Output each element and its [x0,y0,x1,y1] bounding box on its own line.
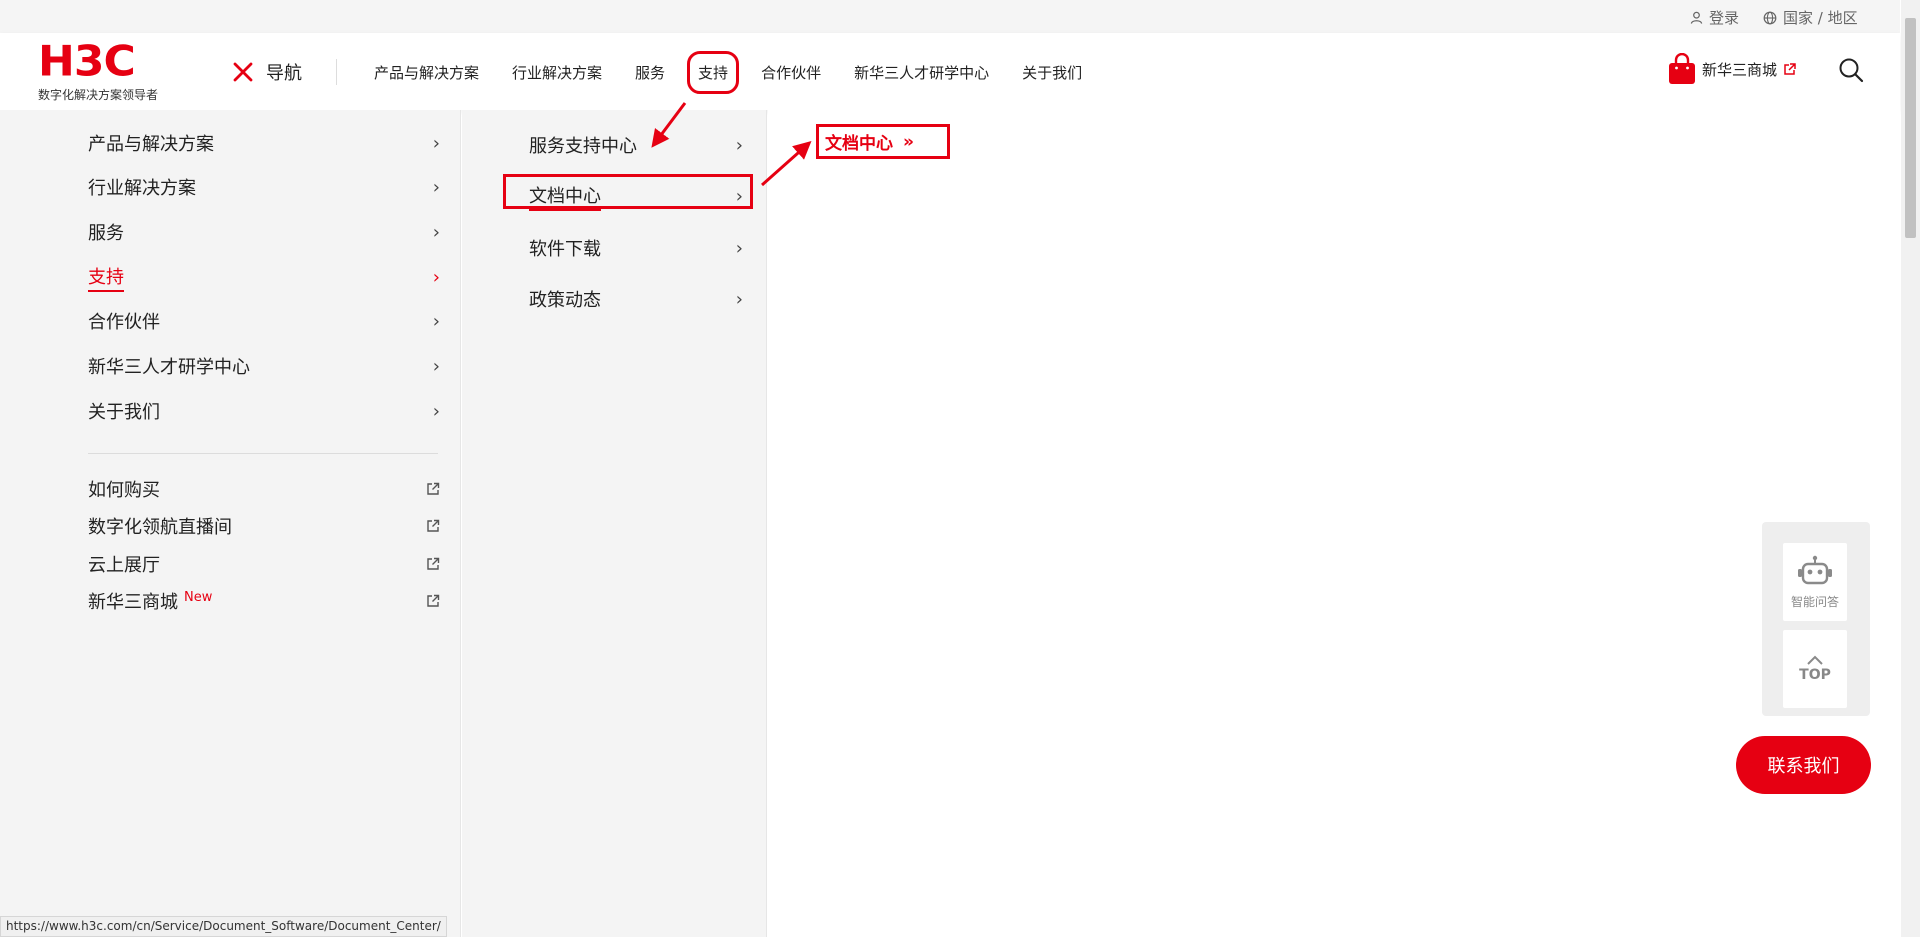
external-link-icon [427,594,440,607]
region-selector[interactable]: 国家 / 地区 [1763,7,1858,28]
menu-item-service[interactable]: 服务 [635,62,665,83]
sub-nav-item-service-center[interactable]: 服务支持中心 › [529,130,743,160]
login-link[interactable]: 登录 [1690,7,1739,28]
external-link-icon [1784,62,1796,75]
nav-toggle-label: 导航 [266,63,302,84]
chevron-right-icon: › [735,288,743,310]
chevron-right-icon: › [432,355,440,377]
robot-icon [1798,555,1832,584]
left-nav-divider [88,453,438,454]
chevron-right-icon: › [432,221,440,243]
menu-item-support[interactable]: 支持 [687,51,740,94]
page-scrollbar[interactable] [1901,0,1920,937]
shop-label: 新华三商城 [1702,60,1778,79]
new-badge: New [184,590,213,605]
link-label: 新华三商城 [88,592,178,613]
left-nav-label: 合作伙伴 [88,312,160,333]
sub-nav-item-policy[interactable]: 政策动态 › [529,284,743,314]
main-header: H3C 数字化解决方案领导者 导航 产品与解决方案 行业解决方案 服务 支持 合… [0,33,1900,110]
assistant-button[interactable]: 智能问答 [1783,543,1847,621]
top-utility-bar: 登录 国家 / 地区 [0,0,1900,33]
left-nav-item-talent[interactable]: 新华三人才研学中心 › [88,351,440,381]
chevron-right-icon: › [735,237,743,259]
chevron-right-icon: › [432,266,440,288]
status-bar-url: https://www.h3c.com/cn/Service/Document_… [0,916,447,937]
doc-center-label: 文档中心 [825,134,893,154]
link-live-studio[interactable]: 数字化领航直播间 [88,513,440,539]
menu-item-industry[interactable]: 行业解决方案 [512,62,602,83]
left-nav-item-industry[interactable]: 行业解决方案 › [88,172,440,202]
menu-item-about[interactable]: 关于我们 [1022,62,1082,83]
link-cloud-showroom[interactable]: 云上展厅 [88,551,440,577]
link-label: 如何购买 [88,480,160,501]
left-nav-item-service[interactable]: 服务 › [88,217,440,247]
chevron-right-icon: › [432,132,440,154]
sub-nav-label: 软件下载 [529,239,601,260]
left-nav-item-about[interactable]: 关于我们 › [88,396,440,426]
link-label: 云上展厅 [88,555,160,576]
left-nav-label: 新华三人才研学中心 [88,357,250,378]
arrow-up-icon [1807,655,1823,665]
shopping-bag-icon [1669,53,1695,84]
left-nav-item-support[interactable]: 支持 › [88,262,440,292]
sub-nav-label: 服务支持中心 [529,136,637,157]
external-link-icon [427,557,440,570]
chevron-right-icon: › [432,400,440,422]
back-to-top-button[interactable]: TOP [1783,630,1847,708]
sub-nav-label: 政策动态 [529,290,601,311]
link-h3c-mall[interactable]: 新华三商城 New [88,588,440,614]
external-link-icon [427,519,440,532]
nav-close-toggle[interactable]: 导航 [232,59,302,85]
top-label: TOP [1799,667,1831,683]
menu-item-products[interactable]: 产品与解决方案 [374,62,479,83]
left-nav-label: 服务 [88,223,124,244]
shop-link[interactable]: 新华三商城 [1668,53,1796,85]
floating-tools: 智能问答 TOP [1762,522,1870,716]
search-button[interactable] [1838,57,1864,87]
close-icon [233,62,253,82]
chevron-right-icon: › [432,176,440,198]
globe-icon [1763,11,1777,24]
highlight-box [503,174,753,209]
link-label: 数字化领航直播间 [88,517,232,538]
left-nav-label: 行业解决方案 [88,178,196,199]
logo-mark: H3C [38,37,136,86]
nav-divider [336,59,337,85]
contact-us-button[interactable]: 联系我们 [1736,736,1871,794]
search-icon [1839,58,1864,83]
menu-item-partners[interactable]: 合作伙伴 [761,62,821,83]
doc-center-link[interactable]: 文档中心 » [816,124,950,159]
chevron-right-icon: › [432,310,440,332]
menu-item-talent[interactable]: 新华三人才研学中心 [854,62,989,83]
chevron-right-icon: › [735,134,743,156]
user-icon [1690,11,1703,24]
link-label-wrap: 新华三商城 New [88,588,212,614]
link-how-to-buy[interactable]: 如何购买 [88,476,440,502]
left-nav-label: 产品与解决方案 [88,134,214,155]
logo-slogan: 数字化解决方案领导者 [38,88,159,102]
sub-nav-item-software[interactable]: 软件下载 › [529,233,743,263]
h3c-logo[interactable]: H3C 数字化解决方案领导者 [38,40,178,103]
main-menu: 产品与解决方案 行业解决方案 服务 支持 合作伙伴 新华三人才研学中心 关于我们 [374,51,1115,94]
login-label: 登录 [1709,9,1740,27]
double-chevron-icon: » [903,131,914,152]
left-nav-item-partners[interactable]: 合作伙伴 › [88,306,440,336]
content-panel [768,110,1900,937]
external-link-icon [427,482,440,495]
scrollbar-thumb[interactable] [1905,18,1916,238]
left-nav-label: 支持 [88,263,124,292]
left-nav-label: 关于我们 [88,402,160,423]
assistant-label: 智能问答 [1790,594,1839,609]
left-nav-item-products[interactable]: 产品与解决方案 › [88,128,440,158]
region-label: 国家 / 地区 [1783,9,1858,27]
